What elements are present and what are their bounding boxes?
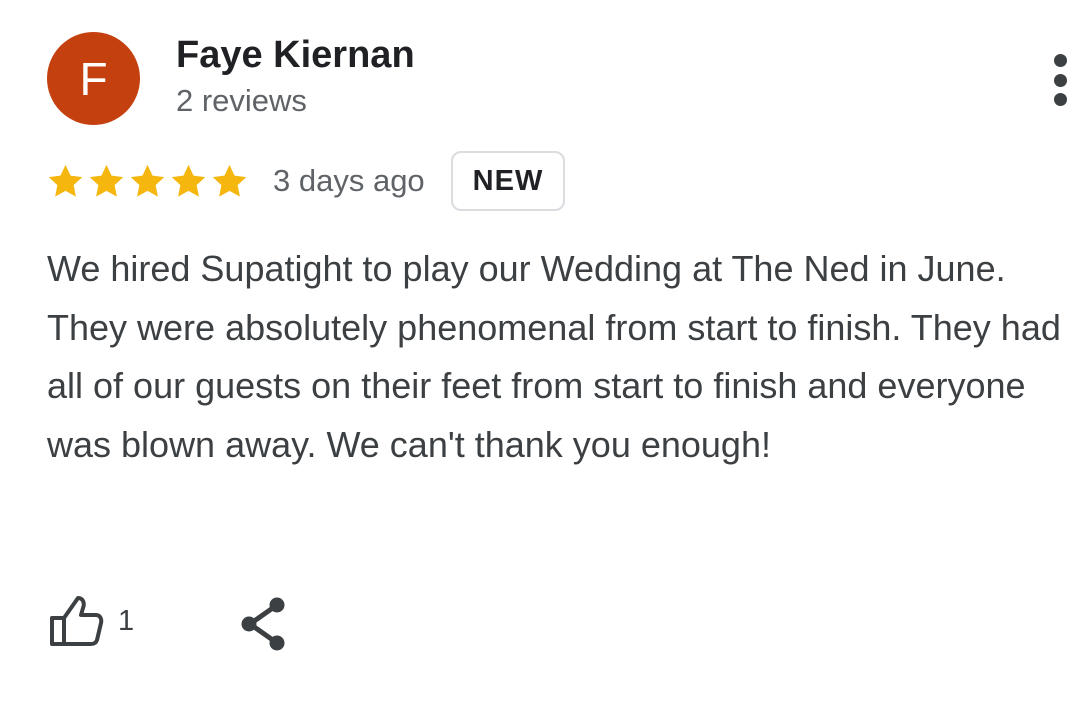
- review-date: 3 days ago: [273, 163, 425, 198]
- like-button[interactable]: 1: [48, 594, 134, 648]
- star-icon: [48, 164, 83, 197]
- review-text: We hired Supatight to play our Wedding a…: [47, 248, 1061, 465]
- new-badge: NEW: [450, 151, 566, 211]
- star-icon: [212, 164, 247, 197]
- avatar-letter: F: [79, 52, 108, 105]
- more-vert-icon-dot: [1053, 73, 1067, 87]
- more-vert-icon-dot: [1053, 93, 1067, 106]
- star-rating: [46, 162, 251, 201]
- share-icon: [241, 597, 285, 651]
- review-count: 2 reviews: [176, 83, 307, 118]
- share-button[interactable]: [238, 596, 290, 652]
- star-icon: [89, 164, 124, 197]
- like-count: 1: [118, 604, 135, 637]
- reviewer-name[interactable]: Faye Kiernan: [176, 34, 415, 77]
- more-vert-icon-dot: [1053, 54, 1067, 67]
- thumbs-up-icon: [50, 596, 104, 646]
- more-options-button[interactable]: [1040, 50, 1080, 110]
- avatar[interactable]: F: [47, 32, 140, 125]
- rating-row: 3 days ago NEW: [46, 150, 566, 212]
- star-icon: [171, 164, 206, 197]
- star-icon: [130, 164, 165, 197]
